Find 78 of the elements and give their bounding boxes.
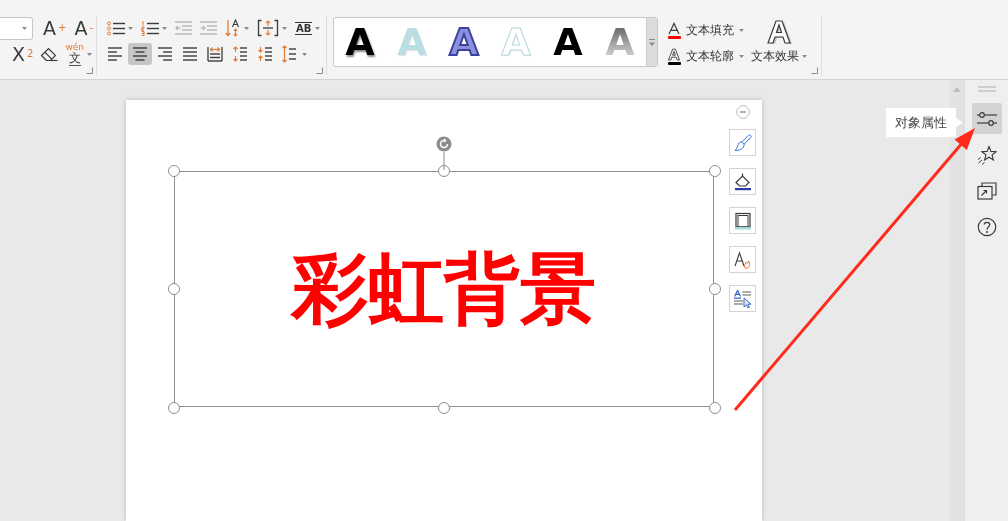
align-left-icon: [108, 47, 122, 61]
letter-arrows-icon: [225, 19, 241, 37]
rotate-handle[interactable]: [436, 136, 452, 170]
phonetic-guide-button[interactable]: wén 文: [63, 43, 94, 65]
fill-icon: [733, 172, 752, 191]
dialog-launcher-icon[interactable]: [811, 67, 818, 74]
text-box[interactable]: 彩虹背景: [174, 171, 714, 407]
bracket-spacing-icon: [257, 19, 279, 37]
resize-handle[interactable]: [708, 164, 721, 177]
properties-button[interactable]: [971, 103, 1002, 134]
shape-outline-button[interactable]: [729, 207, 756, 234]
line-spacing-icon: [282, 45, 296, 63]
indent-icon: [200, 21, 217, 35]
resize-handle[interactable]: [167, 401, 180, 414]
caret-icon: [22, 26, 27, 30]
panel-handle-icon[interactable]: [977, 86, 996, 92]
resize-handle[interactable]: [167, 283, 180, 295]
paragraph-spacing-button[interactable]: [255, 17, 289, 39]
outlined-letter-a-icon: [667, 47, 681, 61]
shape-style-button[interactable]: [729, 129, 756, 156]
caret-icon: [739, 28, 744, 32]
letter-a-icon: [667, 21, 681, 35]
font-size-field[interactable]: [0, 16, 33, 40]
text-fill-button[interactable]: [729, 246, 756, 273]
caret-icon: [802, 55, 807, 58]
text-style-preset[interactable]: A: [334, 18, 386, 66]
resize-handle[interactable]: [438, 164, 450, 177]
caret-icon: [128, 26, 133, 30]
caret-icon: [739, 54, 744, 58]
text-effect-button[interactable]: 文本效果: [751, 16, 807, 65]
star-icon: [976, 144, 997, 165]
text-style-preset[interactable]: A: [542, 18, 594, 66]
text-wrap-button[interactable]: [729, 285, 756, 312]
text-direction-button[interactable]: [223, 17, 251, 39]
bullets-icon: [107, 20, 125, 36]
dialog-launcher-icon[interactable]: [86, 67, 93, 74]
text-outline-button[interactable]: 文本轮廓: [667, 45, 744, 67]
collapse-button[interactable]: [735, 105, 750, 119]
grow-font-button[interactable]: A$^{+}$: [41, 17, 69, 39]
text-box-text: 彩虹背景: [292, 251, 596, 327]
screens-icon: [976, 181, 997, 200]
caret-icon: [648, 37, 656, 47]
text-cursor-icon: [733, 289, 752, 308]
spacing-arrows-icon: [233, 46, 247, 62]
brush-icon: [733, 133, 752, 152]
sliders-icon: [976, 110, 997, 127]
caret-icon: [244, 26, 249, 30]
caret-icon: [162, 26, 167, 30]
asian-layout-button[interactable]: AB: [293, 17, 323, 39]
shadowed-letter-a-icon: [766, 19, 792, 45]
caret-icon: [315, 26, 321, 30]
caret-icon: [282, 26, 287, 30]
resize-handle[interactable]: [167, 164, 180, 177]
help-icon: [976, 216, 997, 237]
caret-icon: [302, 52, 307, 56]
outdent-icon: [175, 21, 192, 35]
align-center-button[interactable]: [128, 43, 152, 65]
numbered-list-icon: [141, 20, 159, 36]
align-right-icon: [158, 47, 172, 61]
spacing-arrows-icon: [258, 46, 272, 62]
distributed-icon: [207, 46, 223, 62]
align-center-icon: [133, 47, 147, 61]
letter-flame-icon: [733, 250, 752, 269]
frame-icon: [733, 211, 752, 230]
dialog-launcher-icon[interactable]: [316, 67, 323, 74]
shape-fill-button[interactable]: [729, 168, 756, 195]
resize-handle[interactable]: [438, 401, 450, 414]
caret-icon: [87, 52, 92, 56]
justify-icon: [183, 47, 197, 61]
text-fill-button[interactable]: 文本填充: [667, 19, 744, 41]
minus-circle-icon: [735, 105, 750, 119]
tooltip: 对象属性: [886, 108, 963, 137]
resize-handle[interactable]: [708, 283, 721, 295]
gallery-more-button[interactable]: [646, 18, 657, 66]
resize-handle[interactable]: [708, 401, 721, 414]
shrink-font-button[interactable]: A$^{-}$: [72, 17, 95, 39]
vertical-scrollbar[interactable]: [950, 80, 964, 521]
eraser-icon: [40, 46, 59, 62]
